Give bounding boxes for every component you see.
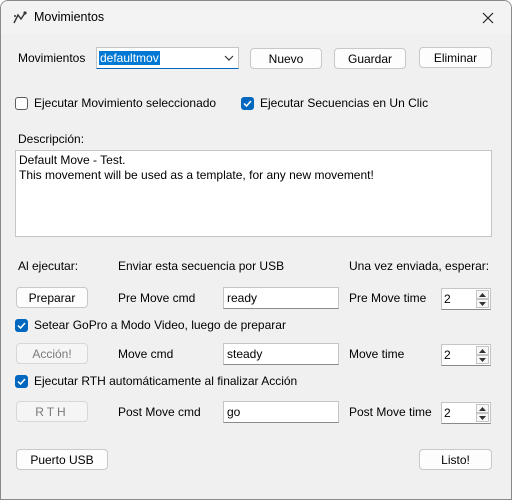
checkmark-icon [17,322,26,330]
guardar-button[interactable]: Guardar [334,48,406,69]
spin-down-button[interactable] [476,355,489,364]
triangle-down-icon [479,301,486,306]
post-move-cmd-label: Post Move cmd [118,405,201,419]
pre-move-cmd-label: Pre Move cmd [118,291,196,305]
rth-button[interactable]: RTH [16,401,88,422]
triangle-down-icon [479,415,486,420]
puerto-usb-button[interactable]: Puerto USB [16,449,108,470]
triangle-down-icon [479,357,486,362]
move-time-value: 2 [444,348,451,362]
pre-move-time-spinbox[interactable]: 2 [441,288,491,310]
movimientos-selected-value: defaultmov [99,51,160,65]
enviar-header: Enviar esta secuencia por USB [118,259,285,273]
checkmark-icon [243,100,252,108]
window-title: Movimientos [34,10,105,24]
post-move-time-spinbox[interactable]: 2 [441,402,491,424]
ejecutar-movimiento-label: Ejecutar Movimiento seleccionado [34,96,217,110]
move-time-spinbox[interactable]: 2 [441,344,491,366]
move-time-label: Move time [349,347,405,361]
gopro-video-checkbox[interactable] [15,319,28,332]
spin-down-button[interactable] [476,299,489,308]
gopro-video-label: Setear GoPro a Modo Video, luego de prep… [34,318,286,332]
descripcion-textarea[interactable]: Default Move - Test. This movement will … [15,150,492,237]
move-cmd-input[interactable]: steady [223,343,339,365]
al-ejecutar-header: Al ejecutar: [18,259,79,273]
ejecutar-movimiento-checkbox[interactable] [15,97,28,110]
triangle-up-icon [479,292,486,297]
movimientos-window: Movimientos Movimientos defaultmov Nuevo… [0,0,512,500]
pre-move-time-label: Pre Move time [349,291,427,305]
rth-auto-checkbox[interactable] [15,375,28,388]
title-bar: Movimientos [1,1,511,34]
chevron-down-icon [224,55,234,61]
movimientos-select[interactable]: defaultmov [96,47,239,69]
close-button[interactable] [465,1,511,34]
movimientos-label: Movimientos [18,51,86,65]
preparar-button[interactable]: Preparar [16,287,88,308]
post-move-time-value: 2 [444,406,451,420]
pre-move-time-value: 2 [444,292,451,306]
rth-auto-label: Ejecutar RTH automáticamente al finaliza… [34,374,298,388]
listo-button[interactable]: Listo! [419,449,492,470]
spin-down-button[interactable] [476,413,489,422]
nuevo-button[interactable]: Nuevo [250,48,322,69]
spin-up-button[interactable] [476,404,489,413]
close-icon [482,12,494,23]
spin-up-button[interactable] [476,290,489,299]
ejecutar-secuencias-checkbox[interactable] [241,97,254,110]
spin-up-button[interactable] [476,346,489,355]
app-icon [13,11,27,24]
esperar-header: Una vez enviada, esperar: [349,259,490,273]
triangle-up-icon [479,348,486,353]
move-cmd-label: Move cmd [118,347,174,361]
post-move-time-label: Post Move time [349,405,432,419]
post-move-cmd-input[interactable]: go [223,401,339,423]
eliminar-button[interactable]: Eliminar [419,47,492,68]
accion-button[interactable]: Acción! [16,343,88,364]
descripcion-label: Descripción: [18,132,85,146]
pre-move-cmd-input[interactable]: ready [223,287,339,309]
checkmark-icon [17,378,26,386]
triangle-up-icon [479,406,486,411]
ejecutar-secuencias-label: Ejecutar Secuencias en Un Clic [260,96,429,110]
